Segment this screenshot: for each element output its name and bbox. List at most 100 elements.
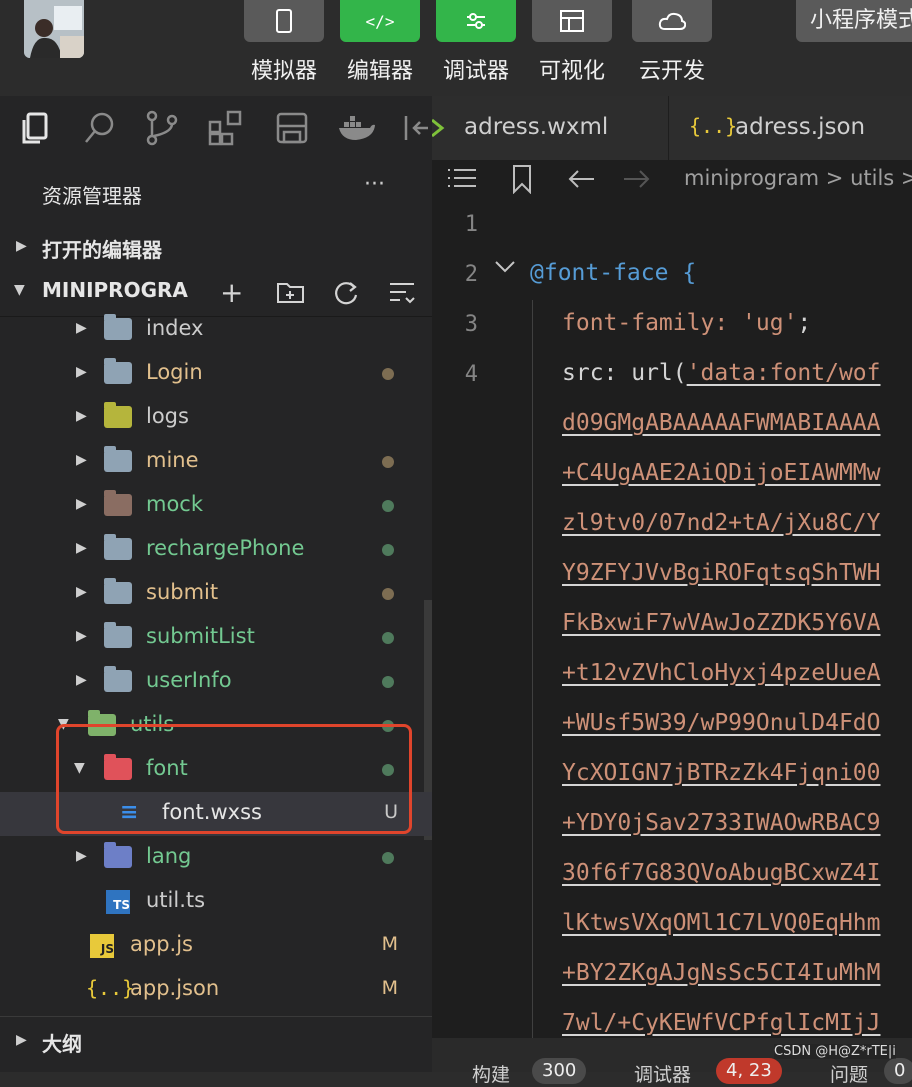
- tree-item-label: mock: [146, 492, 204, 516]
- mini-program-mode-button[interactable]: 小程序模式: [796, 0, 912, 42]
- new-file-icon[interactable]: +: [220, 276, 243, 309]
- debugger-label: 调试器: [442, 59, 509, 84]
- tree-item-submitlist[interactable]: ▶ submitList: [0, 616, 432, 660]
- folder-icon: [104, 358, 132, 384]
- list-icon[interactable]: [446, 166, 478, 192]
- base64-line: lKtwsVXqOMl1C7LVQ0EqHhm: [562, 910, 881, 936]
- cloud-button[interactable]: [632, 0, 712, 42]
- search-icon[interactable]: [80, 108, 120, 148]
- chevron-right-icon: ▶: [76, 364, 87, 380]
- lang-folder-icon: [104, 842, 132, 868]
- chevron-right-icon: ▶: [76, 496, 87, 512]
- tree-item-label: util.ts: [146, 888, 206, 912]
- tree-item-label: index: [146, 316, 204, 340]
- base64-line: d09GMgABAAAAAFWMABIAAAA: [562, 410, 881, 436]
- tree-item-rechargephone[interactable]: ▶ rechargePhone: [0, 528, 432, 572]
- open-editors-label: 打开的编辑器: [42, 238, 162, 262]
- user-avatar[interactable]: [24, 0, 84, 58]
- javascript-file-icon: JS: [90, 934, 114, 958]
- outline-label: 大纲: [42, 1032, 82, 1056]
- debugger-tool[interactable]: 调试器: [436, 0, 516, 85]
- phone-icon: [276, 9, 292, 33]
- simulator-tool[interactable]: 模拟器: [244, 0, 324, 85]
- tree-item-logs[interactable]: ▶ logs: [0, 396, 432, 440]
- folder-icon: [104, 622, 132, 648]
- tab-adress-wxml[interactable]: adress.wxml: [432, 96, 669, 160]
- problems-count-badge: 0: [884, 1058, 912, 1084]
- fold-chevron-icon[interactable]: [494, 258, 516, 276]
- storage-icon[interactable]: [272, 108, 312, 148]
- line-number: 2: [464, 262, 478, 287]
- tree-item-app-json[interactable]: {..} app.json M: [0, 968, 432, 1012]
- cloud-tool[interactable]: 云开发: [632, 0, 712, 85]
- tree-item-label: logs: [146, 404, 189, 428]
- files-icon[interactable]: [16, 108, 56, 148]
- visual-tool[interactable]: 可视化: [532, 0, 612, 85]
- modified-dot: [382, 456, 394, 468]
- editor-button[interactable]: </>: [340, 0, 420, 42]
- json-file-icon: {..}: [689, 114, 738, 138]
- chevron-right-icon: ▶: [76, 540, 87, 556]
- panel-toggle-icon[interactable]: [400, 108, 432, 148]
- base64-line: +C4UgAAE2AiQDijoEIAWMMw: [562, 460, 881, 486]
- source-control-icon[interactable]: [142, 108, 182, 148]
- tree-item-userinfo[interactable]: ▶ userInfo: [0, 660, 432, 704]
- new-folder-icon[interactable]: [276, 280, 306, 304]
- base64-line: +YDY0jSav2733IWAOwRBAC9: [562, 810, 881, 836]
- collapse-all-icon[interactable]: [388, 280, 416, 304]
- explorer-more-button[interactable]: ···: [364, 172, 385, 197]
- chevron-right-icon: ▶: [76, 320, 87, 336]
- base64-line: zl9tv0/07nd2+tA/jXu8C/Y: [562, 510, 881, 536]
- tree-item-label: rechargePhone: [146, 536, 305, 560]
- tree-item-mine[interactable]: ▶ mine: [0, 440, 432, 484]
- docker-icon[interactable]: [336, 108, 376, 148]
- tree-item-app-js[interactable]: JS app.js M: [0, 924, 432, 968]
- code-token: ;: [797, 310, 812, 336]
- tree-item-util-ts[interactable]: TS util.ts: [0, 880, 432, 924]
- folder-icon: [104, 534, 132, 560]
- open-editors-section[interactable]: ▶ 打开的编辑器: [0, 226, 432, 270]
- folder-icon: [104, 314, 132, 340]
- visual-label: 可视化: [538, 59, 605, 84]
- chevron-right-icon: ▶: [16, 238, 27, 254]
- chevron-right-icon: ▶: [76, 672, 87, 688]
- tree-item-label: Login: [146, 360, 203, 384]
- code-line-4: src: url('data:font/wof: [562, 360, 881, 386]
- breadcrumb-utils[interactable]: utils: [850, 166, 894, 190]
- build-tab[interactable]: 构建: [472, 1060, 510, 1087]
- chevron-right-icon: ▶: [76, 848, 87, 864]
- breadcrumb: miniprogram > utils >: [684, 166, 912, 190]
- annotation-highlight-box: [56, 724, 412, 834]
- chevron-right-icon: ▶: [76, 628, 87, 644]
- tree-item-submit[interactable]: ▶ submit: [0, 572, 432, 616]
- untracked-dot: [382, 676, 394, 688]
- problems-tab[interactable]: 问题: [830, 1060, 868, 1087]
- visual-button[interactable]: [532, 0, 612, 42]
- breadcrumb-miniprogram[interactable]: miniprogram: [684, 166, 819, 190]
- refresh-icon[interactable]: [332, 279, 360, 307]
- code-line-3: font-family: 'ug';: [562, 310, 811, 336]
- line-number: 1: [464, 212, 478, 237]
- tree-item-index[interactable]: ▶ index: [0, 308, 432, 352]
- forward-arrow-icon[interactable]: [622, 166, 652, 192]
- code-token: src: url(: [562, 360, 687, 386]
- debugger-tab[interactable]: 调试器: [634, 1060, 691, 1087]
- bookmark-icon[interactable]: [510, 164, 534, 194]
- tree-item-lang[interactable]: ▶ lang: [0, 836, 432, 880]
- outline-section[interactable]: ▶ 大纲: [0, 1020, 432, 1064]
- extensions-icon[interactable]: [206, 108, 246, 148]
- tree-item-login[interactable]: ▶ Login: [0, 352, 432, 396]
- modified-badge: M: [381, 977, 398, 999]
- editor-tool[interactable]: </> 编辑器: [340, 0, 420, 85]
- back-arrow-icon[interactable]: [566, 166, 596, 192]
- cloud-icon: [658, 12, 686, 30]
- tab-adress-json[interactable]: {..} adress.json: [669, 96, 912, 160]
- wxml-file-icon: [432, 118, 445, 138]
- sliders-icon: [467, 13, 485, 29]
- debugger-button[interactable]: [436, 0, 516, 42]
- code-line-2: @font-face {: [530, 260, 696, 286]
- mock-folder-icon: [104, 490, 132, 516]
- chevron-right-icon: ▶: [16, 1032, 27, 1048]
- simulator-button[interactable]: [244, 0, 324, 42]
- tree-item-mock[interactable]: ▶ mock: [0, 484, 432, 528]
